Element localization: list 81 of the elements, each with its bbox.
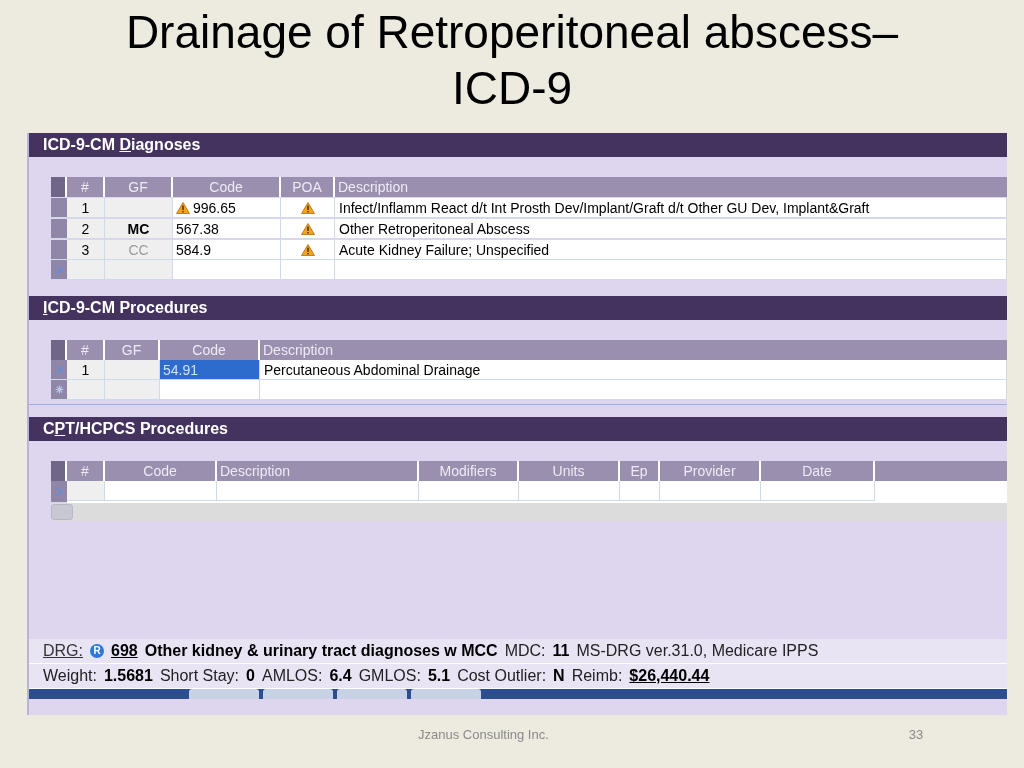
column-header[interactable]: Units [519, 461, 620, 481]
table-cell [67, 260, 105, 280]
chevron-right-icon [55, 486, 63, 497]
column-header[interactable]: GF [105, 340, 160, 360]
slide-title: ICD-9 [451, 61, 573, 116]
column-header[interactable]: Code [160, 340, 260, 360]
header-corner [51, 461, 67, 481]
status-value: 11 [552, 641, 570, 661]
warning-icon [300, 201, 315, 214]
chevron-right-icon [55, 264, 63, 275]
section-header: ICD-9-CM Procedures [29, 296, 1007, 320]
row-selector[interactable] [51, 481, 67, 503]
status-value: N [553, 666, 565, 686]
column-header[interactable]: Description [335, 177, 1007, 197]
code-text: 584.9 [176, 240, 212, 260]
column-header[interactable]: # [67, 340, 105, 360]
slide-title: Drainage of Retroperitoneal abscess– [125, 5, 899, 60]
warning-icon [300, 243, 315, 256]
status-value: 1.5681 [103, 666, 153, 686]
code-text: 996.65 [193, 198, 236, 218]
table-cell [620, 481, 660, 501]
column-header[interactable]: Code [105, 461, 217, 481]
status-label: AMLOS: [261, 666, 323, 686]
table-cell: 3 [67, 240, 105, 260]
row-selector[interactable] [51, 360, 67, 380]
value-link[interactable]: 698 [111, 639, 138, 663]
column-header[interactable]: Description [260, 340, 1007, 360]
header-corner [51, 177, 67, 197]
column-header[interactable]: Date [761, 461, 875, 481]
column-header[interactable]: Ep [620, 461, 660, 481]
badge: R [90, 644, 104, 658]
table-cell: 2 [67, 219, 105, 239]
header-corner [51, 340, 67, 360]
row-selector[interactable] [51, 198, 67, 218]
row-selector[interactable] [51, 260, 67, 280]
table-cell [105, 360, 160, 380]
row-selector[interactable] [51, 380, 67, 400]
table-cell: Infect/Inflamm React d/t Int Prosth Dev/Implant/Graft d/t Other GU Dev, Implant&Graft [335, 198, 1007, 218]
value-link[interactable]: $26,440.44 [629, 664, 710, 688]
column-header[interactable]: Code [173, 177, 281, 197]
section-header: CPT/HCPCS Procedures [29, 417, 1007, 441]
table-cell[interactable]: 54.91 [160, 360, 260, 380]
table-cell [105, 380, 160, 400]
column-header[interactable]: # [67, 461, 105, 481]
column-header[interactable]: Modifiers [419, 461, 519, 481]
slide-footer: Jzanus Consulting Inc. [418, 725, 549, 745]
status-label: Weight: [43, 666, 97, 686]
status-value: Other kidney & urinary tract diagnoses w MCC [144, 641, 498, 661]
status-label: GMLOS: [358, 666, 421, 686]
status-label: MS-DRG ver.31.0, Medicare IPPS [576, 641, 819, 661]
status-value: 6.4 [329, 666, 352, 686]
section-header: ICD-9-CM Diagnoses [29, 133, 1007, 157]
status-value: 5.1 [427, 666, 451, 686]
warning-icon [176, 201, 190, 214]
status-value: 0 [246, 666, 255, 686]
scroll-left-button[interactable] [51, 504, 73, 520]
status-label: Cost Outlier: [457, 666, 547, 686]
asterisk-icon [54, 385, 64, 394]
table-cell-text: MC [127, 219, 150, 239]
column-header[interactable]: GF [105, 177, 173, 197]
table-cell-text: CC [128, 240, 149, 260]
slide-number: 33 [908, 726, 924, 744]
table-cell [67, 481, 105, 501]
row-selector[interactable] [51, 219, 67, 239]
drg-link[interactable]: DRG: [43, 639, 83, 663]
column-header[interactable]: Provider [660, 461, 761, 481]
column-header[interactable]: # [67, 177, 105, 197]
code-text: 567.38 [176, 219, 219, 239]
table-cell: Other Retroperitoneal Abscess [335, 219, 1007, 239]
column-header[interactable]: POA [281, 177, 335, 197]
row-selector[interactable] [51, 240, 67, 260]
table-cell: 1 [67, 198, 105, 218]
column-header[interactable]: Description [217, 461, 419, 481]
horizontal-scrollbar[interactable] [51, 503, 1007, 521]
warning-icon [300, 222, 315, 235]
status-label: Short Stay: [159, 666, 240, 686]
table-cell [67, 380, 105, 400]
table-cell: 1 [67, 360, 105, 380]
status-label: Reimb: [571, 666, 623, 686]
chevron-right-icon [55, 364, 63, 375]
status-label: MDC: [504, 641, 546, 661]
